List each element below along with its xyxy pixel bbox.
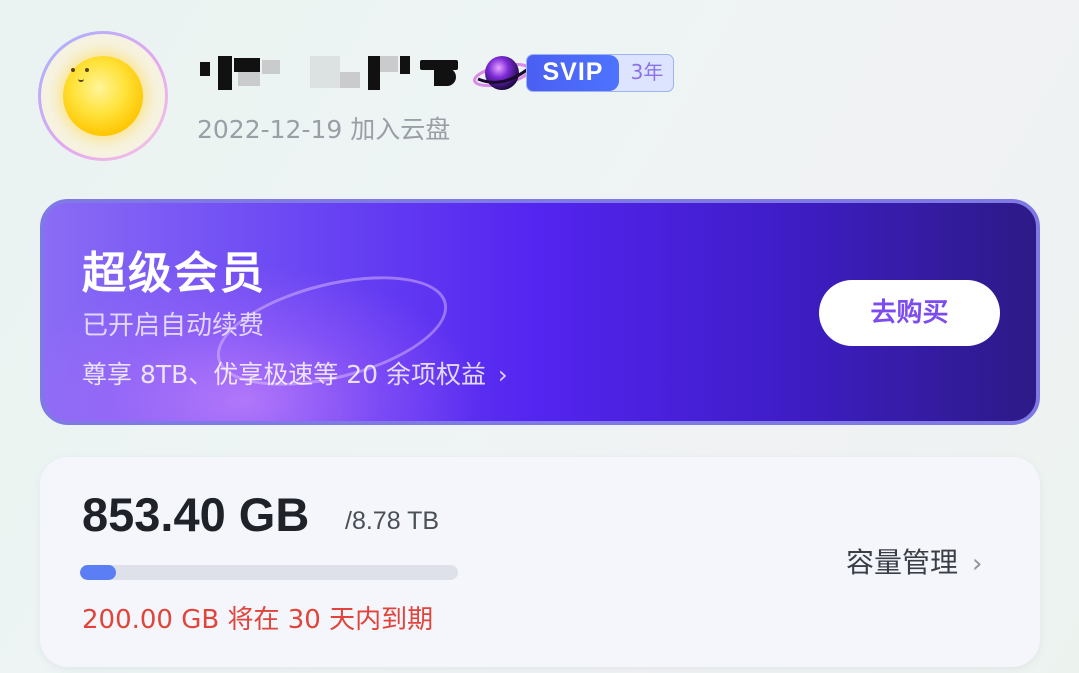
- benefits-link[interactable]: 尊享 8TB、优享极速等 20 余项权益 ›: [82, 355, 508, 391]
- buy-button[interactable]: 去购买: [819, 280, 1000, 346]
- storage-progress-bar: [80, 565, 458, 580]
- avatar[interactable]: [38, 31, 168, 161]
- join-date: 2022-12-19 加入云盘: [197, 115, 451, 144]
- vip-title: 超级会员: [82, 248, 266, 299]
- username-redacted: [198, 50, 460, 90]
- storage-card[interactable]: 853.40 GB /8.78 TB 200.00 GB 将在 30 天内到期 …: [40, 457, 1040, 667]
- auto-renew-status: 已开启自动续费: [82, 311, 265, 341]
- svip-badge[interactable]: SVIP 3年: [526, 54, 674, 92]
- capacity-management-link[interactable]: 容量管理 ›: [846, 541, 982, 581]
- svip-card[interactable]: 超级会员 已开启自动续费 尊享 8TB、优享极速等 20 余项权益 › 去购买: [40, 199, 1040, 425]
- svip-years: 3年: [630, 60, 664, 84]
- planet-icon: [473, 56, 531, 90]
- used-storage: 853.40 GB: [82, 488, 310, 541]
- avatar-sun-icon: [41, 34, 165, 158]
- total-storage: /8.78 TB: [345, 507, 440, 535]
- storage-progress-fill: [80, 565, 116, 580]
- chevron-right-icon: ›: [972, 549, 983, 579]
- chevron-right-icon: ›: [497, 361, 508, 389]
- benefits-text: 尊享 8TB、优享极速等 20 余项权益: [82, 360, 486, 389]
- capacity-management-label: 容量管理: [846, 546, 959, 579]
- svip-label: SVIP: [527, 55, 619, 91]
- expire-notice: 200.00 GB 将在 30 天内到期: [82, 605, 434, 635]
